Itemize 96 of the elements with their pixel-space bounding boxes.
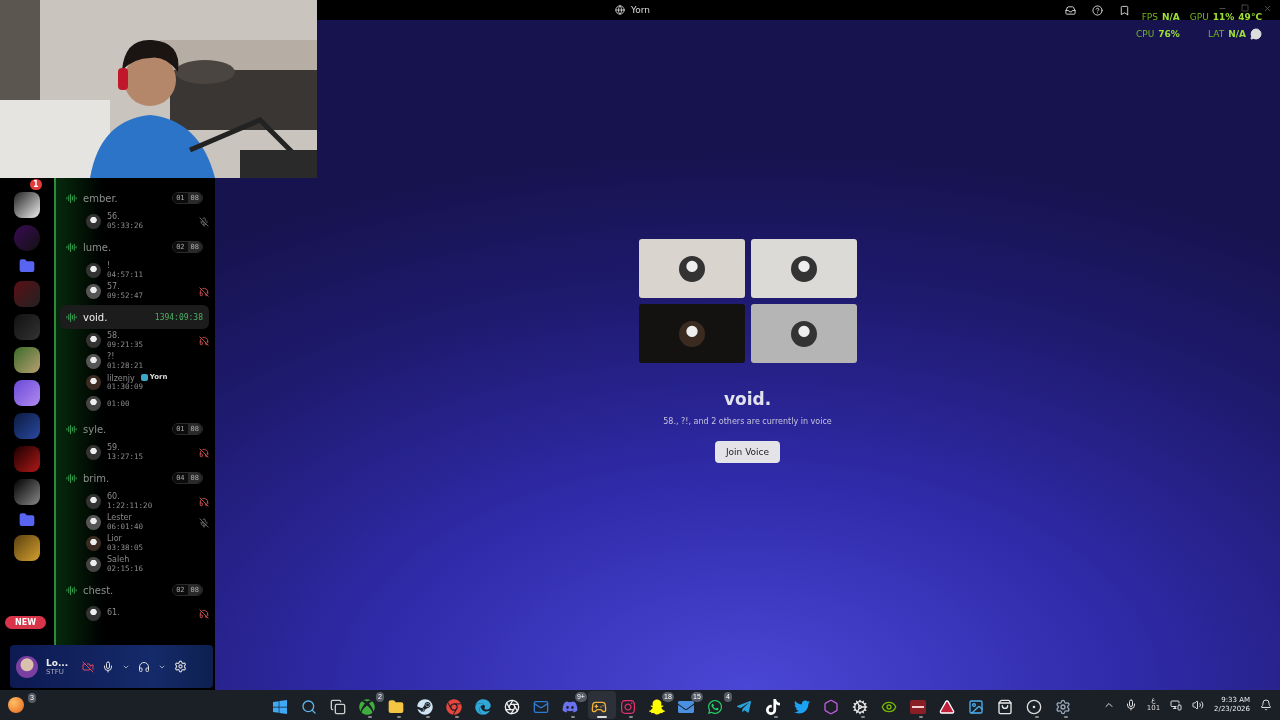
phone-bubble-icon bbox=[706, 699, 723, 715]
game-logo-icon bbox=[358, 699, 375, 715]
chat-controller-icon bbox=[561, 699, 578, 715]
sound-wave-icon bbox=[66, 472, 77, 484]
browser-logo-icon bbox=[445, 699, 462, 715]
sound-wave-icon bbox=[66, 584, 77, 596]
settings-button[interactable] bbox=[174, 660, 187, 673]
cog-icon bbox=[851, 699, 868, 715]
avatar bbox=[86, 536, 101, 551]
avatar bbox=[86, 396, 101, 411]
notification-badge: 1 bbox=[30, 179, 42, 190]
bird-icon bbox=[793, 699, 810, 715]
avatar bbox=[86, 263, 101, 278]
network-button[interactable] bbox=[1170, 699, 1183, 711]
avatar bbox=[86, 515, 101, 530]
settings-icon bbox=[1054, 699, 1071, 715]
folder-button[interactable] bbox=[19, 258, 35, 274]
join-voice-button[interactable]: Join Voice bbox=[714, 441, 781, 463]
user-avatar[interactable] bbox=[16, 655, 38, 678]
camera-logo-icon bbox=[619, 699, 636, 715]
taskbar-button[interactable] bbox=[587, 691, 616, 719]
mixer-icon bbox=[909, 700, 926, 714]
channel-timer: 1394:09:38 bbox=[154, 312, 203, 322]
member-name[interactable]: Lester bbox=[107, 514, 193, 523]
avatar bbox=[86, 494, 101, 509]
hexagon-icon bbox=[822, 699, 839, 715]
channel-title: void. bbox=[723, 389, 772, 409]
member-name[interactable]: ! bbox=[107, 262, 209, 271]
member-name[interactable]: ?! bbox=[107, 353, 209, 362]
server-icon[interactable] bbox=[14, 535, 40, 561]
envelope-icon bbox=[677, 699, 694, 715]
fps-stat: FPS N/A bbox=[1140, 12, 1180, 22]
microphone-button[interactable] bbox=[1124, 699, 1137, 711]
member-name[interactable]: 61. bbox=[107, 609, 193, 618]
notifications-button[interactable] bbox=[1260, 699, 1272, 711]
gamepad-icon bbox=[590, 699, 607, 715]
avatar bbox=[86, 354, 101, 369]
user-name: Lo... bbox=[46, 657, 70, 668]
image-icon bbox=[967, 699, 984, 715]
gpu-stat: GPU 11% 49°C bbox=[1189, 12, 1262, 22]
avatar bbox=[86, 375, 101, 390]
record-icon bbox=[1025, 699, 1042, 715]
shopping-bag-icon bbox=[996, 699, 1013, 715]
globe-icon bbox=[615, 5, 625, 15]
voice-channel[interactable]: void. 1394:09:38 bbox=[60, 305, 209, 329]
member-name[interactable]: 60. bbox=[107, 493, 193, 502]
microphone-button[interactable] bbox=[102, 660, 114, 673]
member-name[interactable]: 56. bbox=[107, 213, 193, 222]
member-name[interactable]: Lior bbox=[107, 535, 209, 544]
avatar bbox=[86, 445, 101, 460]
folder-icon bbox=[387, 699, 404, 715]
paper-plane-icon bbox=[735, 699, 752, 715]
avatar bbox=[86, 333, 101, 348]
inbox-button[interactable] bbox=[1065, 4, 1076, 16]
new-badge: NEW bbox=[5, 616, 46, 629]
camera-button[interactable] bbox=[82, 660, 94, 673]
avatar bbox=[86, 214, 101, 229]
sound-wave-icon bbox=[66, 192, 77, 204]
sound-wave-icon bbox=[66, 423, 77, 435]
avatar bbox=[790, 320, 817, 347]
steam-logo-icon bbox=[416, 699, 433, 715]
knot-logo-icon bbox=[503, 699, 520, 715]
music-note-icon bbox=[764, 699, 781, 715]
avatar bbox=[86, 284, 101, 299]
avatar bbox=[678, 320, 705, 347]
headphones-button[interactable] bbox=[138, 660, 150, 673]
windows-icon bbox=[271, 699, 288, 715]
help-button[interactable] bbox=[1092, 4, 1103, 16]
browser-wave-icon bbox=[474, 699, 491, 715]
sound-wave-icon bbox=[66, 241, 77, 253]
avatar bbox=[86, 606, 101, 621]
server-icon[interactable] bbox=[14, 380, 40, 406]
ghost-icon bbox=[648, 699, 665, 715]
task-view-icon bbox=[329, 699, 346, 715]
member-name[interactable]: 57. bbox=[107, 283, 193, 292]
window-title: Yorn bbox=[631, 5, 651, 15]
folder-button[interactable] bbox=[19, 512, 35, 528]
voice-status-text: 58., ?!, and 2 others are currently in voice bbox=[663, 417, 832, 426]
triangle-icon bbox=[938, 699, 955, 715]
chat-bubble-icon bbox=[1250, 28, 1262, 40]
mail-icon bbox=[532, 699, 549, 715]
eye-icon bbox=[880, 699, 897, 715]
member-name[interactable]: Saleh bbox=[107, 556, 209, 565]
search-icon bbox=[300, 699, 317, 715]
avatar bbox=[86, 557, 101, 572]
avatar bbox=[790, 255, 817, 282]
cpu-stat: CPU 76% bbox=[1135, 28, 1180, 40]
member-name[interactable]: 58. bbox=[107, 332, 193, 341]
latency-stat: LAT N/A bbox=[1189, 28, 1262, 40]
server-icon[interactable] bbox=[14, 192, 40, 218]
server-icon[interactable] bbox=[14, 347, 40, 373]
sound-wave-icon bbox=[66, 311, 77, 323]
member-name[interactable]: 59. bbox=[107, 444, 193, 453]
avatar bbox=[678, 255, 705, 282]
bookmark-button[interactable] bbox=[1119, 4, 1130, 16]
volume-button[interactable] bbox=[1192, 699, 1205, 711]
